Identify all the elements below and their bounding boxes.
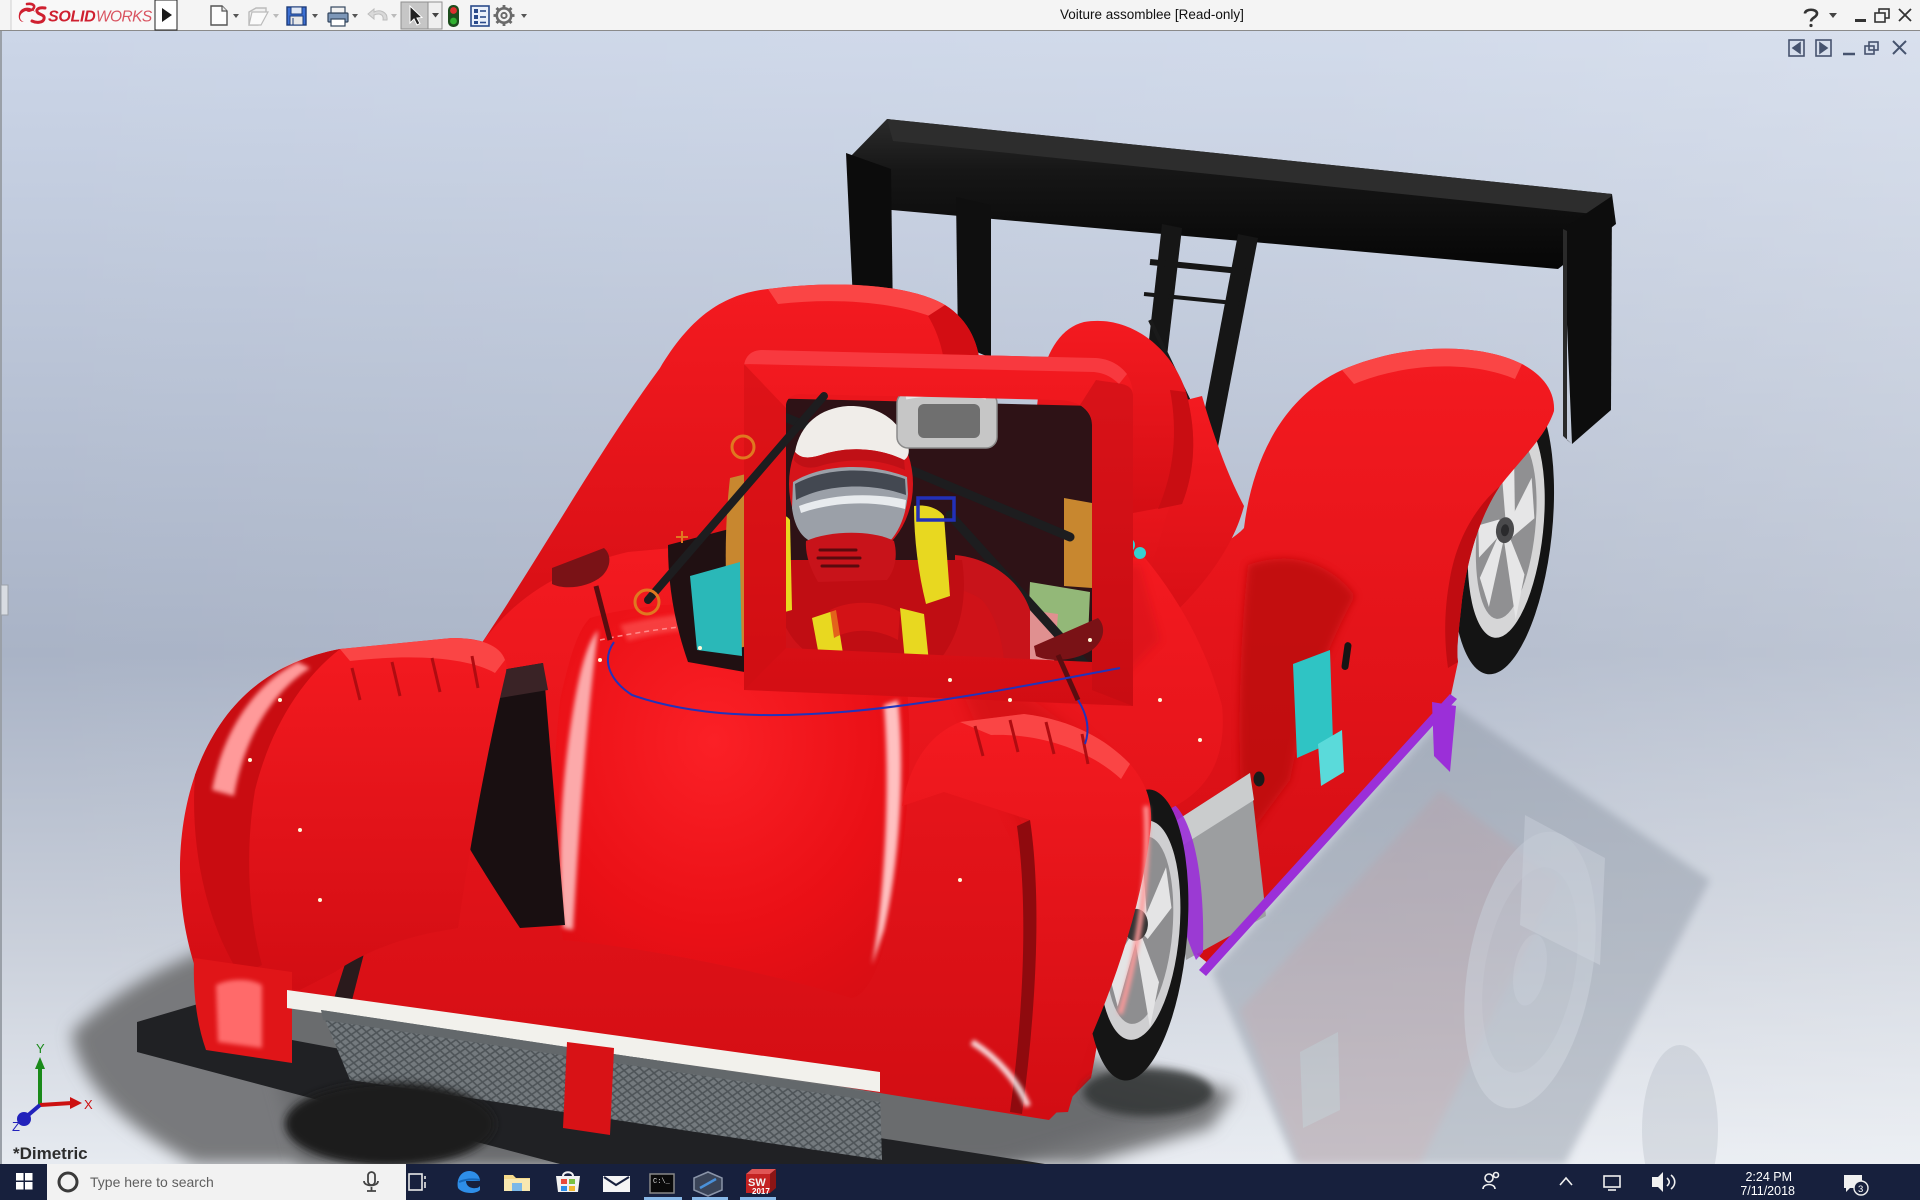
svg-text:3: 3: [1858, 1184, 1863, 1195]
svg-text:WORKS: WORKS: [96, 9, 153, 26]
svg-text:C:\_: C:\_: [653, 1178, 671, 1186]
svg-text:SOLID: SOLID: [48, 9, 96, 26]
svg-text:Y: Y: [36, 1041, 45, 1056]
svg-text:*Dimetric: *Dimetric: [13, 1144, 88, 1163]
svg-text:Z: Z: [12, 1119, 20, 1134]
svg-text:2017: 2017: [752, 1187, 770, 1196]
svg-text:Type here to search: Type here to search: [90, 1174, 214, 1190]
svg-text:X: X: [84, 1097, 93, 1112]
svg-text:2:24 PM: 2:24 PM: [1745, 1170, 1792, 1184]
svg-text:7/11/2018: 7/11/2018: [1740, 1184, 1795, 1198]
